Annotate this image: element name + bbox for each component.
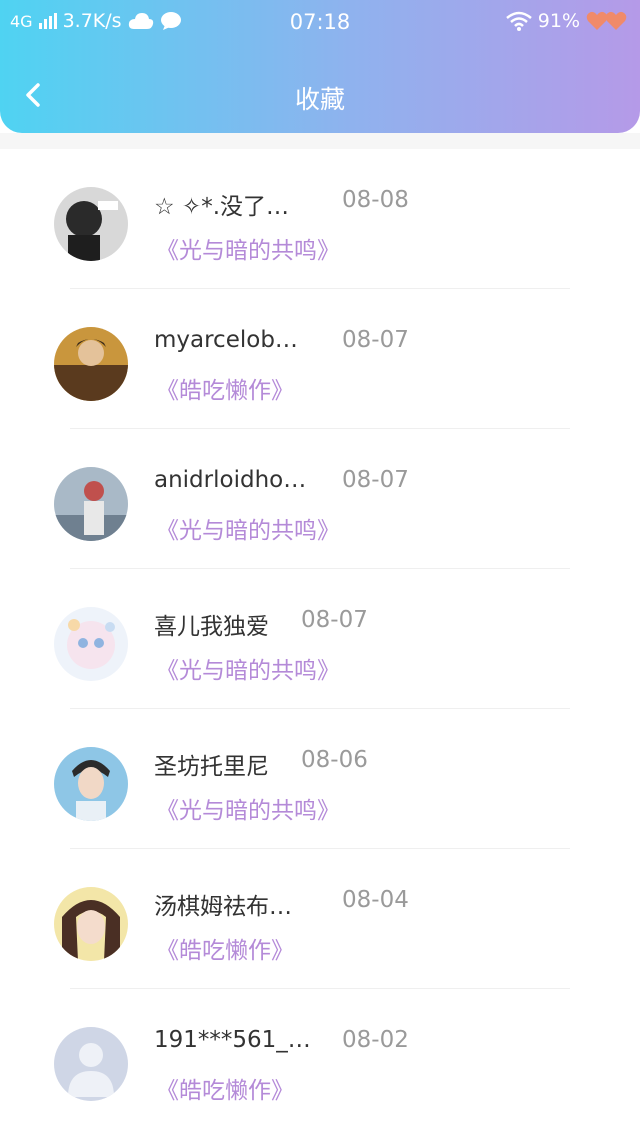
avatar[interactable] [54,467,128,541]
favorite-date: 08-02 [342,1027,409,1053]
avatar[interactable] [54,887,128,961]
favorite-date: 08-08 [342,187,409,213]
list-item[interactable]: 圣坊托里尼 08-06 《光与暗的共鸣》 [0,709,640,849]
list-item[interactable]: ☆ ✧*.没了… 08-08 《光与暗的共鸣》 [0,149,640,289]
work-title[interactable]: 《皓吃懒作》 [156,931,294,965]
work-title[interactable]: 《皓吃懒作》 [156,1071,294,1105]
favorite-date: 08-07 [301,607,368,633]
list-item[interactable]: 191***561_… 08-02 《皓吃懒作》 [0,989,640,1129]
avatar[interactable] [54,187,128,261]
list-item[interactable]: anidrloidho… 08-07 《光与暗的共鸣》 [0,429,640,569]
list-item[interactable]: 喜儿我独爱 08-07 《光与暗的共鸣》 [0,569,640,709]
user-name: 圣坊托里尼 [154,754,269,780]
favorite-date: 08-06 [301,747,368,773]
work-title[interactable]: 《光与暗的共鸣》 [156,511,340,545]
work-title[interactable]: 《光与暗的共鸣》 [156,651,340,685]
battery-hearts-icon [586,11,627,30]
work-title[interactable]: 《皓吃懒作》 [156,371,294,405]
favorites-list: ☆ ✧*.没了… 08-08 《光与暗的共鸣》 myarcelob… 08-07… [0,149,640,1129]
wifi-icon [505,11,532,31]
user-name: ☆ ✧*.没了… [154,194,290,220]
header-spacer [0,133,640,149]
favorite-date: 08-07 [342,467,409,493]
avatar[interactable] [54,1027,128,1101]
avatar[interactable] [54,607,128,681]
user-name: anidrloidho… [154,467,307,493]
favorite-date: 08-04 [342,887,409,913]
work-title[interactable]: 《光与暗的共鸣》 [156,791,340,825]
user-name: 喜儿我独爱 [154,614,269,640]
status-bar: 4G 3.7K/s 07:18 91% [0,0,640,44]
list-item[interactable]: 汤棋姆祛布… 08-04 《皓吃懒作》 [0,849,640,989]
avatar[interactable] [54,327,128,401]
work-title[interactable]: 《光与暗的共鸣》 [156,231,340,265]
user-name: 汤棋姆祛布… [154,894,292,920]
title-bar: 收藏 [0,60,640,130]
list-item[interactable]: myarcelob… 08-07 《皓吃懒作》 [0,289,640,429]
page-title: 收藏 [294,85,345,114]
avatar[interactable] [54,747,128,821]
favorite-date: 08-07 [342,327,409,353]
header-bar: 4G 3.7K/s 07:18 91% 收藏 [0,0,640,133]
user-name: myarcelob… [154,327,298,353]
user-name: 191***561_… [154,1027,311,1053]
battery-level: 91% [537,10,580,32]
